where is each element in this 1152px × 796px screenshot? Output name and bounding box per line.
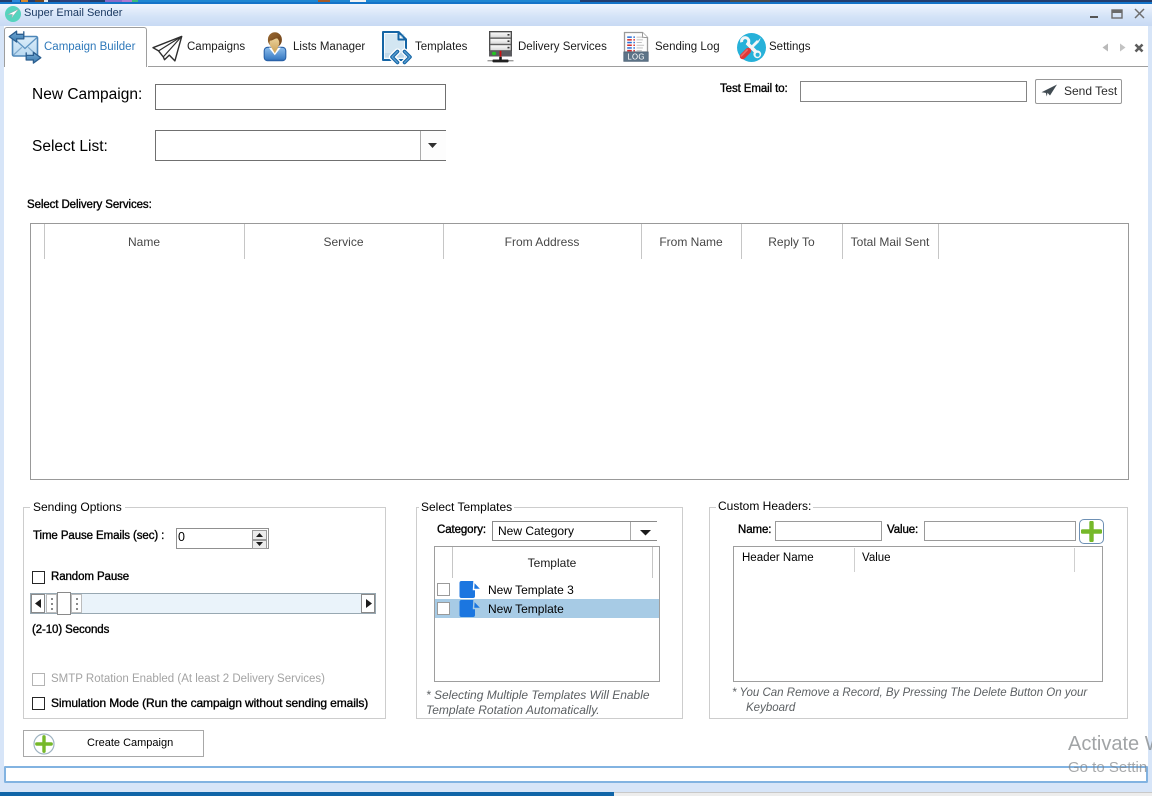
svg-text:LOG: LOG xyxy=(627,52,644,61)
